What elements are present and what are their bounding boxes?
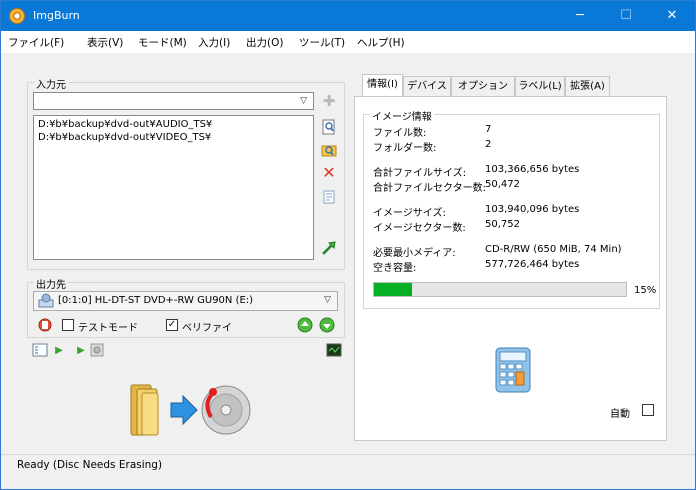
file-count-value: 7 bbox=[485, 124, 492, 135]
free-space-label: 空き容量: bbox=[373, 263, 417, 274]
drive-select[interactable]: [0:1:0] HL-DT-ST DVD+-RW GU90N (E:) ▽ bbox=[33, 291, 338, 311]
menu-file[interactable]: ファイル(F) bbox=[8, 35, 64, 50]
play-icon[interactable]: ▶ bbox=[51, 343, 67, 359]
drive-select-value: [0:1:0] HL-DT-ST DVD+-RW GU90N (E:) bbox=[58, 295, 254, 306]
file-count-label: ファイル数: bbox=[373, 128, 427, 139]
min-media-value: CD-R/RW (650 MiB, 74 Min) bbox=[485, 244, 622, 255]
imgburn-app-icon bbox=[9, 8, 25, 24]
list-item[interactable]: D:¥b¥backup¥dvd-out¥AUDIO_TS¥ bbox=[38, 119, 212, 130]
free-space-value: 577,726,464 bytes bbox=[485, 259, 580, 270]
total-file-sectors-value: 50,472 bbox=[485, 179, 520, 190]
queue-icon[interactable] bbox=[32, 343, 48, 359]
capacity-percent: 15% bbox=[634, 285, 657, 296]
browse-file-icon[interactable] bbox=[321, 119, 337, 135]
clear-list-icon[interactable] bbox=[321, 189, 337, 205]
total-file-sectors-label: 合計ファイルセクター数: bbox=[373, 183, 486, 194]
verify-checkbox[interactable]: ✓ bbox=[166, 319, 178, 331]
folder-to-disc-icon bbox=[130, 384, 251, 436]
auto-label: 自動 bbox=[610, 409, 630, 420]
list-item[interactable]: D:¥b¥backup¥dvd-out¥VIDEO_TS¥ bbox=[38, 132, 211, 143]
info-tab-panel: イメージ情報 ファイル数: 7 フォルダー数: 2 合計ファイルサイズ: 103… bbox=[354, 96, 667, 441]
log-icon[interactable] bbox=[326, 343, 342, 359]
title-bar: ImgBurn ─ ☐ ✕ bbox=[1, 1, 695, 31]
eject-settings-icon[interactable] bbox=[37, 317, 53, 333]
menu-tools[interactable]: ツール(T) bbox=[299, 35, 345, 50]
drive-icon bbox=[38, 293, 54, 312]
tab-device[interactable]: デバイス bbox=[403, 76, 451, 96]
test-mode-checkbox[interactable] bbox=[62, 319, 74, 331]
status-bar: Ready (Disc Needs Erasing) bbox=[1, 454, 695, 476]
menu-bar: ファイル(F) 表示(V) モード(M) 入力(I) 出力(O) ツール(T) … bbox=[1, 31, 695, 53]
folder-count-value: 2 bbox=[485, 139, 492, 150]
menu-output[interactable]: 出力(O) bbox=[246, 35, 283, 50]
disc-queue-icon[interactable] bbox=[89, 343, 105, 359]
image-size-label: イメージサイズ: bbox=[373, 208, 446, 219]
capacity-progress-fill bbox=[374, 283, 412, 296]
capacity-progress-bar bbox=[373, 282, 627, 297]
maximize-button[interactable]: ☐ bbox=[603, 1, 649, 31]
auto-checkbox[interactable] bbox=[642, 404, 654, 416]
min-media-label: 必要最小メディア: bbox=[373, 248, 456, 259]
browse-folder-icon[interactable] bbox=[321, 142, 337, 158]
remove-icon[interactable]: ✕ bbox=[321, 165, 337, 181]
play-small-icon[interactable]: ▶ bbox=[73, 343, 89, 359]
image-sectors-label: イメージセクター数: bbox=[373, 223, 466, 234]
calculator-icon[interactable] bbox=[495, 347, 531, 396]
menu-mode[interactable]: モード(M) bbox=[138, 35, 187, 50]
move-down-icon[interactable] bbox=[319, 317, 335, 333]
test-mode-label: テストモード bbox=[78, 323, 138, 334]
total-file-size-value: 103,366,656 bytes bbox=[485, 164, 580, 175]
menu-view[interactable]: 表示(V) bbox=[87, 35, 123, 50]
chevron-down-icon: ▽ bbox=[324, 295, 331, 305]
image-size-value: 103,940,096 bytes bbox=[485, 204, 580, 215]
menu-input[interactable]: 入力(I) bbox=[198, 35, 230, 50]
status-text: Ready (Disc Needs Erasing) bbox=[17, 459, 163, 471]
minimize-button[interactable]: ─ bbox=[557, 1, 603, 31]
close-button[interactable]: ✕ bbox=[649, 1, 695, 31]
source-group-label: 入力元 bbox=[34, 76, 68, 91]
menu-help[interactable]: ヘルプ(H) bbox=[357, 35, 405, 50]
build-button[interactable] bbox=[125, 379, 255, 441]
calculate-icon[interactable] bbox=[321, 239, 337, 255]
folder-count-label: フォルダー数: bbox=[373, 143, 437, 154]
move-up-icon[interactable] bbox=[297, 317, 313, 333]
image-sectors-value: 50,752 bbox=[485, 219, 520, 230]
tab-labels[interactable]: ラベル(L) bbox=[515, 76, 565, 96]
add-icon[interactable]: ✚ bbox=[321, 93, 337, 109]
total-file-size-label: 合計ファイルサイズ: bbox=[373, 168, 467, 179]
tab-info[interactable]: 情報(I) bbox=[362, 74, 403, 97]
image-info-group-label: イメージ情報 bbox=[370, 108, 434, 123]
source-file-list[interactable]: D:¥b¥backup¥dvd-out¥AUDIO_TS¥ D:¥b¥backu… bbox=[33, 115, 314, 260]
verify-label: ベリファイ bbox=[182, 323, 232, 334]
tab-advanced[interactable]: 拡張(A) bbox=[565, 76, 610, 96]
chevron-down-icon: ▽ bbox=[300, 96, 307, 106]
imgburn-window: ImgBurn ─ ☐ ✕ ファイル(F) 表示(V) モード(M) 入力(I)… bbox=[0, 0, 696, 490]
source-combo[interactable]: ▽ bbox=[33, 92, 314, 110]
destination-group-label: 出力先 bbox=[34, 276, 68, 291]
tab-options[interactable]: オプション(P) bbox=[451, 76, 515, 111]
window-title: ImgBurn bbox=[33, 9, 80, 22]
